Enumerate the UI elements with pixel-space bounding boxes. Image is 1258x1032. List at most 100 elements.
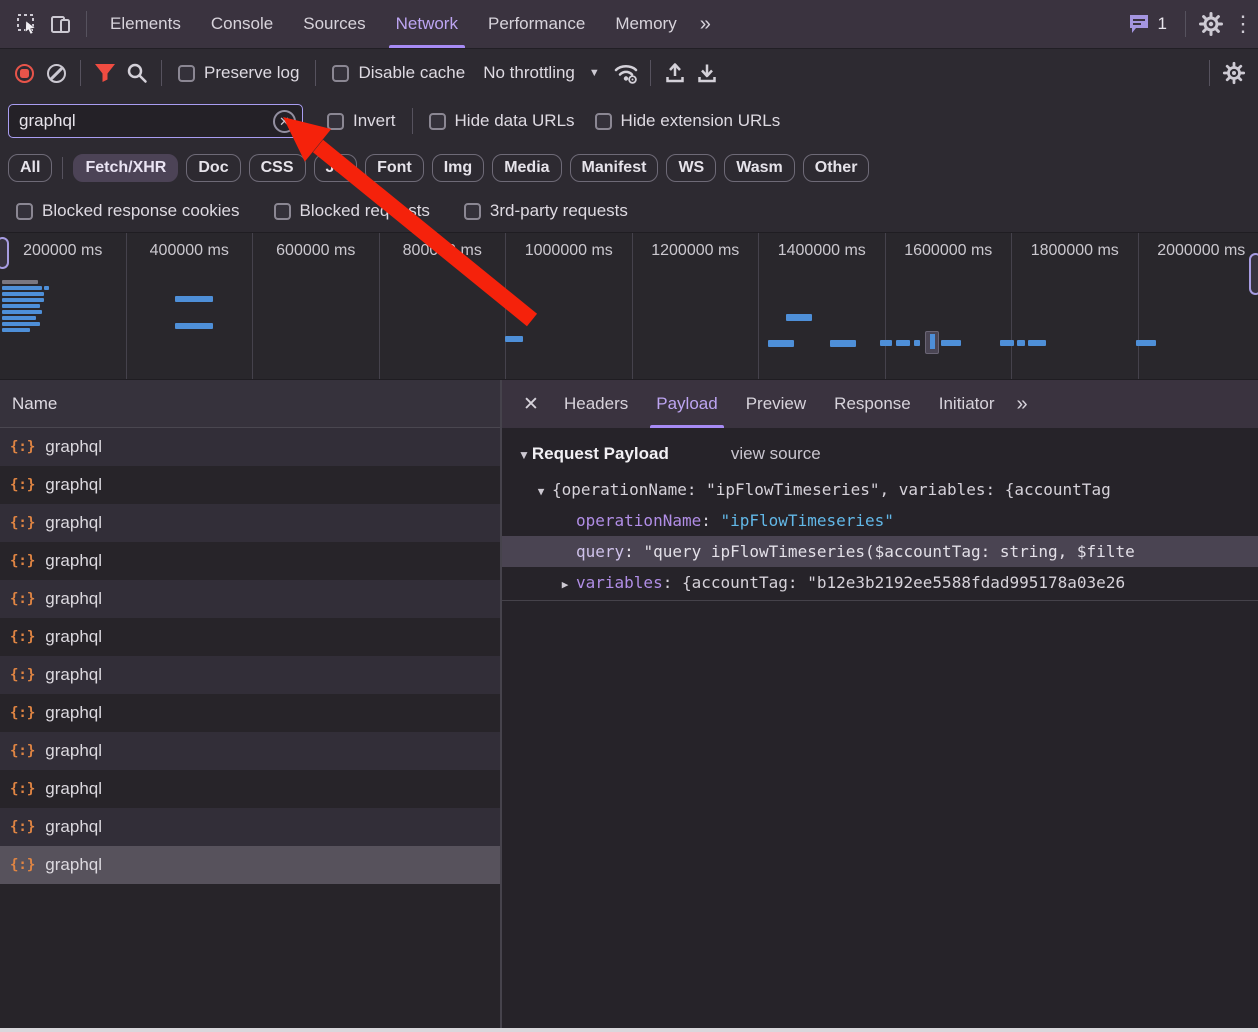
export-har-icon[interactable]	[691, 57, 723, 89]
filter-chip-font[interactable]: Font	[365, 154, 424, 182]
request-payload-section[interactable]: ▼ Request Payload view source	[502, 428, 1258, 474]
preserve-log-checkbox[interactable]: Preserve log	[178, 63, 299, 83]
timeline-right-handle[interactable]	[1249, 253, 1258, 295]
filter-chip-wasm[interactable]: Wasm	[724, 154, 795, 182]
tab-headers[interactable]: Headers	[550, 380, 642, 428]
checkbox[interactable]	[327, 113, 344, 130]
tab-initiator[interactable]: Initiator	[925, 380, 1009, 428]
network-conditions-icon[interactable]	[610, 57, 642, 89]
filter-chip-js[interactable]: JS	[314, 154, 358, 182]
clear-button[interactable]	[40, 57, 72, 89]
timeline-bar	[2, 280, 38, 284]
network-settings-gear-icon[interactable]	[1218, 57, 1250, 89]
checkbox[interactable]	[595, 113, 612, 130]
filter-chip-css[interactable]: CSS	[249, 154, 306, 182]
view-source-link[interactable]: view source	[731, 444, 821, 464]
tab-sources[interactable]: Sources	[288, 0, 380, 48]
name-column-header[interactable]: Name	[0, 380, 500, 428]
more-tabs-icon[interactable]: »	[692, 0, 719, 48]
timeline-bar	[896, 340, 910, 346]
timeline-tick: 1600000 ms	[886, 233, 1013, 379]
request-row[interactable]: {:}graphql	[0, 808, 500, 846]
filter-funnel-icon[interactable]	[89, 57, 121, 89]
more-detail-tabs-icon[interactable]: »	[1008, 393, 1035, 416]
request-row[interactable]: {:}graphql	[0, 618, 500, 656]
blocked-response-cookies-checkbox[interactable]: Blocked response cookies	[16, 201, 240, 221]
clear-filter-icon[interactable]: ✕	[273, 110, 296, 133]
filter-chip-all[interactable]: All	[8, 154, 52, 182]
checkbox[interactable]	[274, 203, 291, 220]
third-party-requests-checkbox[interactable]: 3rd-party requests	[464, 201, 628, 221]
checkbox[interactable]	[332, 65, 349, 82]
tab-network[interactable]: Network	[381, 0, 473, 48]
device-toolbar-icon[interactable]	[44, 7, 78, 41]
record-button[interactable]	[8, 57, 40, 89]
payload-entry-operationName[interactable]: operationName: "ipFlowTimeseries"	[502, 505, 1258, 536]
details-tabbar: ✕ Headers Payload Preview Response Initi…	[502, 380, 1258, 428]
hide-extension-urls-checkbox[interactable]: Hide extension URLs	[595, 111, 781, 131]
hide-data-urls-checkbox[interactable]: Hide data URLs	[429, 111, 575, 131]
request-row-selected[interactable]: {:}graphql	[0, 846, 500, 884]
kebab-menu-icon[interactable]: ⋮	[1228, 11, 1258, 37]
fetch-xhr-icon: {:}	[10, 819, 35, 835]
timeline-bar	[1017, 340, 1025, 346]
request-row[interactable]: {:}graphql	[0, 580, 500, 618]
json-string-value: "query ipFlowTimeseries($accountTag: str…	[643, 542, 1134, 561]
checkbox[interactable]	[464, 203, 481, 220]
filter-chip-manifest[interactable]: Manifest	[570, 154, 659, 182]
filter-chip-img[interactable]: Img	[432, 154, 484, 182]
filter-chip-other[interactable]: Other	[803, 154, 870, 182]
tab-preview[interactable]: Preview	[732, 380, 820, 428]
tab-console[interactable]: Console	[196, 0, 288, 48]
window-bottom-edge	[0, 1028, 1258, 1032]
timeline-tick: 600000 ms	[253, 233, 380, 379]
settings-gear-icon[interactable]	[1194, 7, 1228, 41]
filter-chip-doc[interactable]: Doc	[186, 154, 240, 182]
checkbox[interactable]	[178, 65, 195, 82]
request-row[interactable]: {:}graphql	[0, 542, 500, 580]
search-icon[interactable]	[121, 57, 153, 89]
timeline-bar	[1028, 340, 1046, 346]
throttling-dropdown[interactable]: No throttling ▼	[483, 63, 600, 83]
filter-chip-media[interactable]: Media	[492, 154, 561, 182]
issues-counter[interactable]: 1	[1127, 13, 1167, 35]
request-name: graphql	[45, 475, 102, 495]
checkbox[interactable]	[429, 113, 446, 130]
divider	[86, 11, 87, 37]
payload-root-node[interactable]: ▼{operationName: "ipFlowTimeseries", var…	[502, 474, 1258, 505]
request-row[interactable]: {:}graphql	[0, 428, 500, 466]
timeline-left-handle[interactable]	[0, 237, 9, 269]
divider	[502, 600, 1258, 601]
tab-response[interactable]: Response	[820, 380, 925, 428]
network-overview-timeline[interactable]: 200000 ms 400000 ms 600000 ms 800000 ms …	[0, 232, 1258, 380]
invert-checkbox[interactable]: Invert	[327, 111, 396, 131]
tab-memory[interactable]: Memory	[600, 0, 691, 48]
import-har-icon[interactable]	[659, 57, 691, 89]
disable-cache-checkbox[interactable]: Disable cache	[332, 63, 465, 83]
filter-chip-fetch-xhr[interactable]: Fetch/XHR	[73, 154, 178, 182]
request-row[interactable]: {:}graphql	[0, 770, 500, 808]
request-row[interactable]: {:}graphql	[0, 504, 500, 542]
payload-entry-query[interactable]: query: "query ipFlowTimeseries($accountT…	[502, 536, 1258, 567]
tab-payload[interactable]: Payload	[642, 380, 731, 428]
request-row[interactable]: {:}graphql	[0, 732, 500, 770]
filter-input[interactable]	[19, 111, 273, 131]
close-icon[interactable]: ✕	[512, 393, 550, 416]
timeline-tick: 400000 ms	[127, 233, 254, 379]
filter-input-box[interactable]: ✕	[8, 104, 303, 138]
network-main-area: Name {:}graphql {:}graphql {:}graphql {:…	[0, 380, 1258, 1032]
request-name: graphql	[45, 741, 102, 761]
filter-chip-ws[interactable]: WS	[666, 154, 716, 182]
third-party-requests-label: 3rd-party requests	[490, 201, 628, 221]
request-name: graphql	[45, 513, 102, 533]
request-row[interactable]: {:}graphql	[0, 656, 500, 694]
request-row[interactable]: {:}graphql	[0, 694, 500, 732]
tab-performance[interactable]: Performance	[473, 0, 600, 48]
timeline-bar	[2, 322, 40, 326]
inspect-element-icon[interactable]	[10, 7, 44, 41]
checkbox[interactable]	[16, 203, 33, 220]
request-row[interactable]: {:}graphql	[0, 466, 500, 504]
tab-elements[interactable]: Elements	[95, 0, 196, 48]
blocked-requests-checkbox[interactable]: Blocked requests	[274, 201, 430, 221]
payload-entry-variables[interactable]: ▶variables: {accountTag: "b12e3b2192ee55…	[502, 567, 1258, 598]
